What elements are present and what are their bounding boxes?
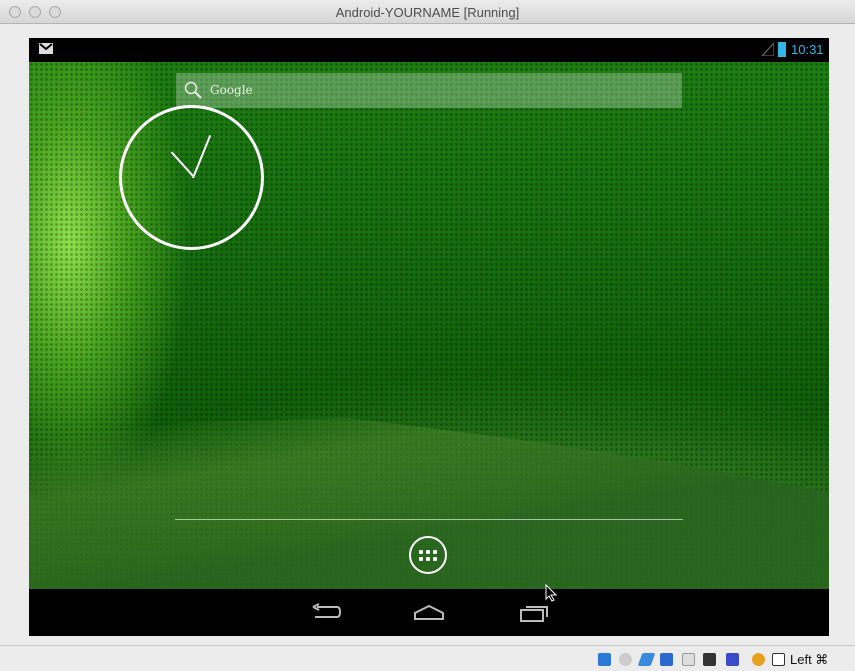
vbox-status-bar: Left ⌘	[0, 645, 855, 671]
status-bar: 10:31	[29, 38, 829, 62]
all-apps-button[interactable]	[409, 536, 447, 574]
keyboard-capture-icon[interactable]	[772, 653, 785, 666]
host-key-label: Left ⌘	[790, 652, 829, 667]
minute-hand	[192, 134, 212, 179]
navigation-bar	[29, 589, 829, 636]
optical-drive-icon[interactable]	[619, 653, 632, 666]
mouse-cursor-icon	[545, 584, 557, 602]
window-title: Android-YOURNAME [Running]	[335, 5, 520, 20]
mouse-integration-icon[interactable]	[752, 653, 765, 666]
google-search-bar[interactable]: Google	[176, 73, 682, 108]
clock-time: 10:31	[791, 42, 824, 57]
shared-folders-icon[interactable]	[682, 653, 695, 666]
network-icon[interactable]	[660, 653, 673, 666]
wallpaper[interactable]: Google	[29, 62, 829, 602]
video-capture-icon[interactable]	[703, 653, 716, 666]
home-icon[interactable]	[413, 603, 445, 621]
android-screen[interactable]: 10:31 Google	[29, 38, 829, 636]
gmail-icon	[39, 43, 53, 54]
back-icon[interactable]	[311, 603, 341, 621]
recents-icon[interactable]	[519, 601, 549, 623]
usb-icon[interactable]	[637, 653, 656, 666]
search-icon	[184, 81, 202, 99]
hard-disk-icon[interactable]	[598, 653, 611, 666]
battery-icon	[778, 42, 786, 57]
analog-clock-widget[interactable]	[119, 105, 264, 250]
search-placeholder: Google	[210, 83, 253, 97]
window-titlebar: Android-YOURNAME [Running]	[0, 0, 855, 24]
hour-hand	[170, 151, 194, 177]
dock-divider	[175, 519, 683, 520]
virtualization-icon[interactable]	[726, 653, 739, 666]
signal-icon	[762, 43, 774, 56]
